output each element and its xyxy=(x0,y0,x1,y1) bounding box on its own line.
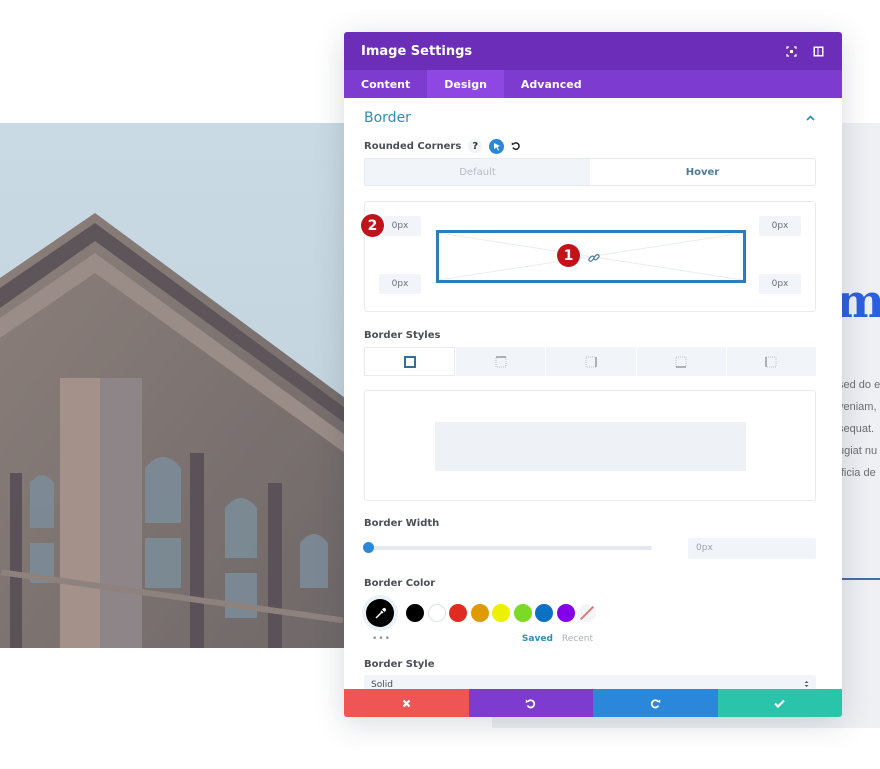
border-style-bottom[interactable] xyxy=(636,347,726,376)
annotation-badge-1: 1 xyxy=(557,244,580,267)
rounded-corners-control: 0px 0px 0px 0px 2 1 xyxy=(361,201,816,312)
palette-meta: ••• Saved Recent xyxy=(364,630,816,648)
color-swatch-white[interactable] xyxy=(427,604,446,622)
building-illustration xyxy=(0,213,345,648)
background-text-line: sequat. xyxy=(838,423,875,435)
chevron-up-icon[interactable] xyxy=(804,112,816,124)
background-text-line: sed do e xyxy=(838,379,880,391)
background-text-line: fficia de xyxy=(838,467,876,479)
modal-body: Border Rounded Corners ? Default Hover 0… xyxy=(344,98,842,689)
top-left-radius-input[interactable]: 0px xyxy=(379,216,421,236)
hover-mode-button[interactable]: Hover xyxy=(590,159,815,185)
undo-icon xyxy=(526,698,536,708)
bottom-right-radius-input[interactable]: 0px xyxy=(759,274,801,294)
default-hover-toggle: Default Hover xyxy=(364,158,816,186)
tab-advanced[interactable]: Advanced xyxy=(504,70,599,98)
color-swatch-purple[interactable] xyxy=(556,604,575,622)
tab-content[interactable]: Content xyxy=(344,70,427,98)
image-settings-modal: Image Settings Content Design Advanced B… xyxy=(344,32,842,717)
corners-preview xyxy=(436,230,746,283)
rounded-corners-label-text: Rounded Corners xyxy=(364,140,462,152)
background-paragraph: sed do e veniam, sequat. ugiat nu fficia… xyxy=(838,374,880,484)
building-photo xyxy=(0,123,345,648)
bottom-left-radius-input[interactable]: 0px xyxy=(379,274,421,294)
saved-colors-tab[interactable]: Saved xyxy=(522,634,553,644)
border-right-icon xyxy=(585,356,597,367)
border-style-value: Solid xyxy=(371,679,393,690)
default-mode-button[interactable]: Default xyxy=(365,159,590,185)
border-color-palette xyxy=(364,596,816,630)
hover-cursor-icon[interactable] xyxy=(489,138,505,154)
eyedropper-icon xyxy=(374,607,386,619)
help-icon[interactable]: ? xyxy=(468,139,483,153)
modal-title: Image Settings xyxy=(361,43,473,59)
border-bottom-icon xyxy=(675,356,687,368)
color-swatch-black[interactable] xyxy=(406,604,424,622)
cancel-button[interactable] xyxy=(344,689,469,717)
border-style-top[interactable] xyxy=(456,347,546,376)
border-style-all[interactable] xyxy=(364,347,456,376)
border-section-header[interactable]: Border xyxy=(364,98,816,138)
border-styles-selector xyxy=(364,347,817,376)
redo-button[interactable] xyxy=(593,689,718,717)
rounded-corners-label: Rounded Corners ? xyxy=(364,138,816,154)
color-swatch-green[interactable] xyxy=(513,604,532,622)
more-colors-icon[interactable]: ••• xyxy=(372,634,391,644)
border-style-label: Border Style xyxy=(364,658,435,670)
border-all-icon xyxy=(403,355,416,368)
border-top-icon xyxy=(495,355,507,367)
border-styles-label: Border Styles xyxy=(364,329,441,341)
annotation-badge-2: 2 xyxy=(361,214,384,237)
color-swatch-blue[interactable] xyxy=(535,604,553,622)
page: m sed do e veniam, sequat. ugiat nu ffic… xyxy=(0,0,880,769)
border-color-label: Border Color xyxy=(364,577,436,589)
tab-design[interactable]: Design xyxy=(427,70,504,98)
recent-colors-tab[interactable]: Recent xyxy=(562,634,593,644)
redo-icon xyxy=(650,698,660,708)
color-swatch-none[interactable] xyxy=(578,604,596,622)
reset-icon[interactable] xyxy=(511,141,521,151)
slider-thumb[interactable] xyxy=(363,542,374,553)
border-left-icon xyxy=(765,356,777,367)
close-icon xyxy=(402,699,411,707)
border-width-control: 0px xyxy=(363,537,816,559)
background-text-line: veniam, xyxy=(838,401,877,413)
background-divider xyxy=(838,578,880,580)
border-style-select[interactable]: Solid xyxy=(364,675,816,689)
link-corners-icon[interactable] xyxy=(587,251,601,265)
background-text-line: ugiat nu xyxy=(838,445,878,457)
border-section-title: Border xyxy=(364,110,411,126)
color-swatch-red[interactable] xyxy=(449,604,467,622)
top-right-radius-input[interactable]: 0px xyxy=(759,216,801,236)
border-style-right[interactable] xyxy=(546,347,636,376)
save-button[interactable] xyxy=(717,689,842,717)
color-swatch-orange[interactable] xyxy=(470,604,489,622)
border-preview-box xyxy=(435,422,746,471)
sidebar-toggle-icon[interactable] xyxy=(811,44,825,58)
background-heading: m xyxy=(836,274,880,328)
border-width-label: Border Width xyxy=(364,517,440,529)
color-swatch-yellow[interactable] xyxy=(492,604,510,622)
modal-tabs: Content Design Advanced xyxy=(344,70,842,98)
undo-button[interactable] xyxy=(468,689,593,717)
border-width-input[interactable]: 0px xyxy=(688,537,816,559)
fullscreen-icon[interactable] xyxy=(784,44,798,58)
border-width-slider[interactable] xyxy=(363,542,652,553)
border-style-preview xyxy=(364,390,816,501)
color-picker-button[interactable] xyxy=(366,599,394,627)
check-icon xyxy=(774,699,786,708)
border-style-left[interactable] xyxy=(726,347,817,376)
modal-header[interactable]: Image Settings xyxy=(344,32,842,70)
select-arrows-icon xyxy=(804,680,809,690)
modal-footer xyxy=(344,689,842,717)
